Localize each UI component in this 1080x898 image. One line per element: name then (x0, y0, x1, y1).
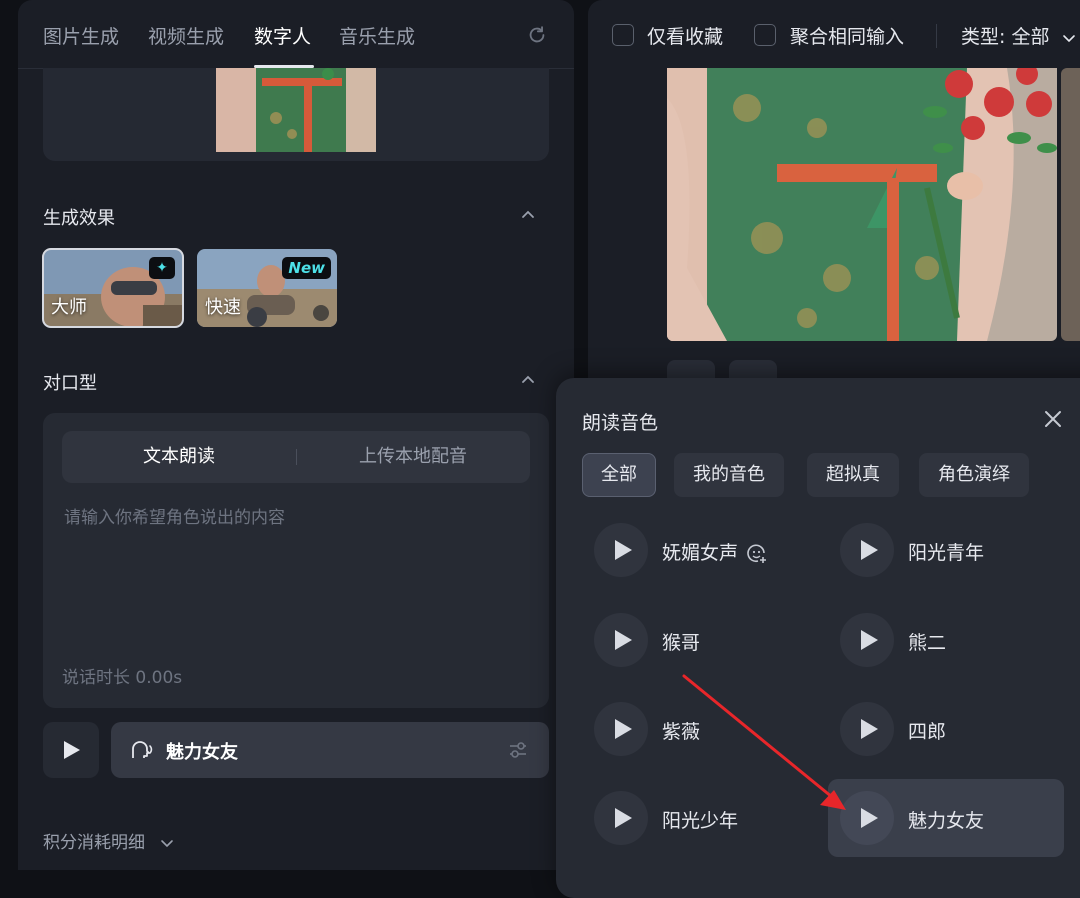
filter-ultra-realistic[interactable]: 超拟真 (807, 453, 899, 497)
play-icon[interactable] (840, 791, 894, 845)
voice-name: 四郎 (908, 721, 947, 743)
smile-plus-icon (747, 543, 767, 563)
filter-all[interactable]: 全部 (582, 453, 656, 497)
play-icon[interactable] (594, 791, 648, 845)
voice-item-selected[interactable]: 魅力女友 (828, 779, 1064, 857)
new-badge: New (282, 257, 331, 279)
effect-card-label: 快速 (205, 297, 241, 318)
voice-name: 妩媚女声 (662, 538, 768, 565)
voice-item[interactable]: 阳光青年 (828, 511, 1064, 589)
credits-detail-label: 积分消耗明细 (43, 833, 145, 853)
voice-name: 猴哥 (662, 632, 701, 654)
effect-card-fast[interactable]: New 快速 (197, 249, 337, 327)
generation-panel: 图片生成 视频生成 数字人 音乐生成 生成效果 ✦ 大师 New 快速 对口型 … (18, 0, 574, 870)
credits-detail-toggle[interactable]: 积分消耗明细 (43, 828, 174, 853)
chevron-down-icon (1062, 34, 1075, 42)
effect-card-label: 大师 (51, 297, 87, 318)
type-filter-dropdown[interactable]: 类型: 全部 (961, 22, 1076, 49)
tab-video-generation[interactable]: 视频生成 (148, 22, 224, 49)
lip-sync-mode-switch: 文本朗读 上传本地配音 (62, 431, 530, 483)
close-icon[interactable] (1042, 408, 1064, 430)
voice-name: 阳光青年 (908, 542, 985, 564)
mode-text-reading[interactable]: 文本朗读 (62, 431, 296, 483)
effect-card-master[interactable]: ✦ 大师 (42, 248, 184, 328)
voice-item[interactable]: 猴哥 (582, 601, 818, 679)
favorites-only-checkbox[interactable] (612, 24, 634, 46)
toolbar-divider (936, 24, 937, 48)
voice-picker-title: 朗读音色 (582, 412, 659, 434)
generation-tabs: 图片生成 视频生成 数字人 音乐生成 (18, 0, 574, 69)
play-icon[interactable] (594, 613, 648, 667)
selected-voice-button[interactable]: 魅力女友 (111, 722, 549, 778)
tab-image-generation[interactable]: 图片生成 (43, 22, 119, 49)
voice-item[interactable]: 妩媚女声 (582, 511, 818, 589)
tab-digital-human[interactable]: 数字人 (254, 22, 311, 49)
play-icon[interactable] (840, 613, 894, 667)
speech-duration: 说话时长 0.00s (62, 668, 183, 688)
reference-image-card[interactable] (43, 68, 549, 161)
settings-sliders-icon[interactable] (507, 739, 529, 761)
voice-name: 熊二 (908, 632, 947, 654)
mode-upload-audio[interactable]: 上传本地配音 (296, 431, 530, 483)
voice-item[interactable]: 熊二 (828, 601, 1064, 679)
play-icon[interactable] (594, 523, 648, 577)
voice-item[interactable]: 阳光少年 (582, 779, 818, 857)
voice-head-icon (132, 741, 153, 758)
refresh-icon[interactable] (526, 24, 548, 46)
selected-voice-name: 魅力女友 (166, 742, 238, 763)
play-icon (64, 741, 80, 759)
sparkle-icon: ✦ (149, 257, 175, 279)
chevron-up-icon[interactable] (520, 371, 536, 387)
type-filter-label: 类型: 全部 (961, 26, 1050, 48)
merge-same-input-checkbox[interactable] (754, 24, 776, 46)
tab-music-generation[interactable]: 音乐生成 (339, 22, 415, 49)
preview-play-button[interactable] (43, 722, 99, 778)
generated-result-image[interactable] (667, 68, 1057, 341)
chevron-down-icon (161, 840, 174, 848)
play-icon[interactable] (840, 702, 894, 756)
merge-same-input-label: 聚合相同输入 (790, 26, 905, 48)
voice-name: 紫薇 (662, 721, 701, 743)
voice-name: 阳光少年 (662, 810, 739, 832)
favorites-only-label: 仅看收藏 (647, 26, 724, 48)
filter-my-voices[interactable]: 我的音色 (674, 453, 784, 497)
effect-section-title: 生成效果 (43, 208, 115, 229)
speech-text-input[interactable] (62, 501, 526, 655)
filter-role-play[interactable]: 角色演绎 (919, 453, 1029, 497)
voice-picker-popup: 朗读音色 全部 我的音色 超拟真 角色演绎 妩媚女声 阳光青年 猴哥 熊二 紫薇 (556, 378, 1080, 898)
lip-sync-section-title: 对口型 (43, 373, 97, 394)
voice-item[interactable]: 四郎 (828, 690, 1064, 768)
chevron-up-icon[interactable] (520, 206, 536, 222)
voice-item[interactable]: 紫薇 (582, 690, 818, 768)
play-icon[interactable] (840, 523, 894, 577)
lip-sync-card: 文本朗读 上传本地配音 说话时长 0.00s (43, 413, 549, 708)
play-icon[interactable] (594, 702, 648, 756)
reference-image-thumbnail (216, 68, 376, 152)
voice-name: 魅力女友 (908, 810, 985, 832)
next-result-image-edge[interactable] (1061, 68, 1080, 341)
